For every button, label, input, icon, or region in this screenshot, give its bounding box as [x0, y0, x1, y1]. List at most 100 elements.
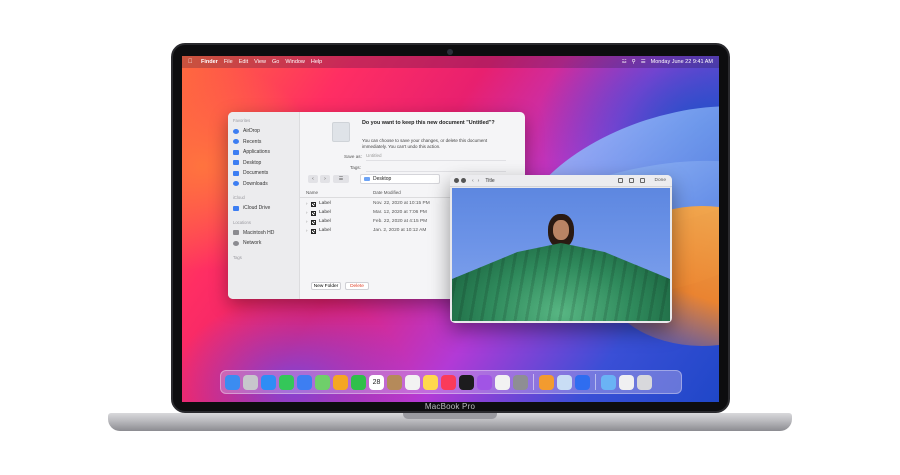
music-icon[interactable] [441, 374, 456, 390]
facetime-icon[interactable] [351, 374, 366, 390]
document-icon[interactable] [619, 374, 634, 390]
sidebar-item-label: Documents [243, 170, 269, 177]
sidebar-item-downloads[interactable]: Downloads [233, 179, 294, 190]
launchpad-icon[interactable] [243, 374, 258, 390]
qr-file-icon [311, 219, 316, 225]
sidebar-item-label: AirDrop [243, 128, 260, 135]
sidebar-section-favorites: Favorites [233, 118, 251, 123]
sidebar-item-network[interactable]: Network [233, 238, 294, 249]
save-as-field[interactable]: Untitled [366, 153, 506, 161]
device-model-label: MacBook Pro [424, 402, 476, 411]
podcasts-icon[interactable] [477, 374, 492, 390]
news-icon[interactable] [495, 374, 510, 390]
chevron-right-icon[interactable]: › [306, 210, 308, 215]
row-name: Label [319, 228, 331, 233]
sidebar-section-icloud: iCloud [233, 195, 245, 200]
sidebar-item-icloud-drive[interactable]: iCloud Drive [233, 203, 294, 214]
apple-menu-icon[interactable]:  [188, 59, 195, 65]
sidebar-item-label: Applications [243, 149, 270, 156]
trash-icon[interactable] [637, 374, 652, 390]
column-date-modified[interactable]: Date Modified [373, 190, 401, 195]
download-icon [233, 181, 239, 187]
done-button[interactable]: Done [655, 178, 666, 183]
sidebar-item-label: Recents [243, 138, 262, 145]
chevron-right-icon[interactable]: › [306, 201, 308, 206]
tags-field[interactable] [366, 164, 506, 172]
square-icon[interactable] [628, 178, 634, 183]
back-icon[interactable]: ‹ [472, 178, 474, 184]
pages-icon[interactable] [539, 374, 554, 390]
search-icon[interactable]: ⚲ [632, 59, 636, 65]
document-thumbnail-icon [332, 122, 350, 142]
sidebar: Favorites AirDrop Recents Applications D… [228, 112, 300, 299]
photo-image [452, 188, 670, 321]
disk-icon [233, 230, 239, 236]
crop-icon[interactable] [617, 178, 623, 183]
status-area: ☳ ⚲ ☰ Monday June 22 9:41 AM [622, 59, 713, 65]
delete-button[interactable]: Delete [345, 282, 369, 290]
sidebar-item-documents[interactable]: Documents [233, 168, 294, 179]
back-button[interactable]: ‹ [308, 175, 318, 183]
calendar-icon[interactable]: 28 [369, 374, 384, 390]
sidebar-item-recents[interactable]: Recents [233, 137, 294, 148]
settings-icon[interactable] [461, 178, 466, 183]
globe-icon [233, 240, 239, 246]
keynote-icon[interactable] [575, 374, 590, 390]
menu-window[interactable]: Window [285, 59, 305, 65]
laptop-notch [403, 413, 497, 419]
menu-edit[interactable]: Edit [239, 59, 248, 65]
tv-icon[interactable] [459, 374, 474, 390]
sidebar-item-applications[interactable]: Applications [233, 147, 294, 158]
forward-icon[interactable]: › [478, 178, 480, 184]
prompt-message: You can choose to save your changes, or … [362, 138, 488, 149]
sidebar-item-airdrop[interactable]: AirDrop [233, 126, 294, 137]
new-folder-button[interactable]: New Folder [311, 282, 341, 290]
folder-icon[interactable] [601, 374, 616, 390]
window-title: Title [485, 177, 495, 184]
photos-icon[interactable] [333, 374, 348, 390]
location-label: Desktop [373, 175, 392, 182]
sidebar-item-desktop[interactable]: Desktop [233, 158, 294, 169]
messages-icon[interactable] [279, 374, 294, 390]
preview-icon[interactable] [557, 374, 572, 390]
finder-icon[interactable] [225, 374, 240, 390]
document-icon [233, 170, 239, 176]
safari-icon[interactable] [261, 374, 276, 390]
mail-icon[interactable] [297, 374, 312, 390]
column-name[interactable]: Name [306, 190, 318, 195]
control-center-icon[interactable]: ☰ [641, 59, 646, 65]
toolbar-actions: Done [617, 178, 666, 183]
close-icon[interactable] [454, 178, 459, 183]
menu-app-finder[interactable]: Finder [201, 59, 218, 65]
location-popup[interactable]: Desktop [360, 174, 440, 184]
contacts-icon[interactable] [387, 374, 402, 390]
desktop-icon [233, 160, 239, 166]
reminders-icon[interactable] [405, 374, 420, 390]
qr-file-icon [311, 201, 316, 207]
forward-button[interactable]: › [320, 175, 330, 183]
sidebar-item-label: Downloads [243, 180, 268, 187]
save-as-label: Save as: [344, 154, 362, 159]
menu-help[interactable]: Help [311, 59, 322, 65]
row-date: Nov. 22, 2020 at 10:15 PM [373, 201, 430, 206]
notes-icon[interactable] [423, 374, 438, 390]
airdrop-icon [233, 128, 239, 134]
cloud-icon [233, 205, 239, 211]
chevron-right-icon[interactable]: › [306, 228, 308, 233]
share-icon[interactable] [639, 178, 645, 183]
dock-separator [595, 374, 596, 390]
menu-go[interactable]: Go [272, 59, 279, 65]
system-preferences-icon[interactable] [513, 374, 528, 390]
chevron-right-icon[interactable]: › [306, 219, 308, 224]
view-options-button[interactable]: ☰ [333, 175, 349, 183]
sidebar-item-macintosh-hd[interactable]: Macintosh HD [233, 228, 294, 239]
menu-view[interactable]: View [254, 59, 266, 65]
maps-icon[interactable] [315, 374, 330, 390]
menu-file[interactable]: File [224, 59, 233, 65]
row-date: Feb. 22, 2020 at 4:15 PM [373, 219, 428, 224]
prompt-title: Do you want to keep this new document "U… [362, 120, 495, 126]
clock[interactable]: Monday June 22 9:41 AM [651, 59, 713, 65]
wifi-icon[interactable]: ☳ [622, 59, 627, 65]
qr-file-icon [311, 228, 316, 234]
photo-window: ‹ › Title Done [450, 175, 672, 323]
